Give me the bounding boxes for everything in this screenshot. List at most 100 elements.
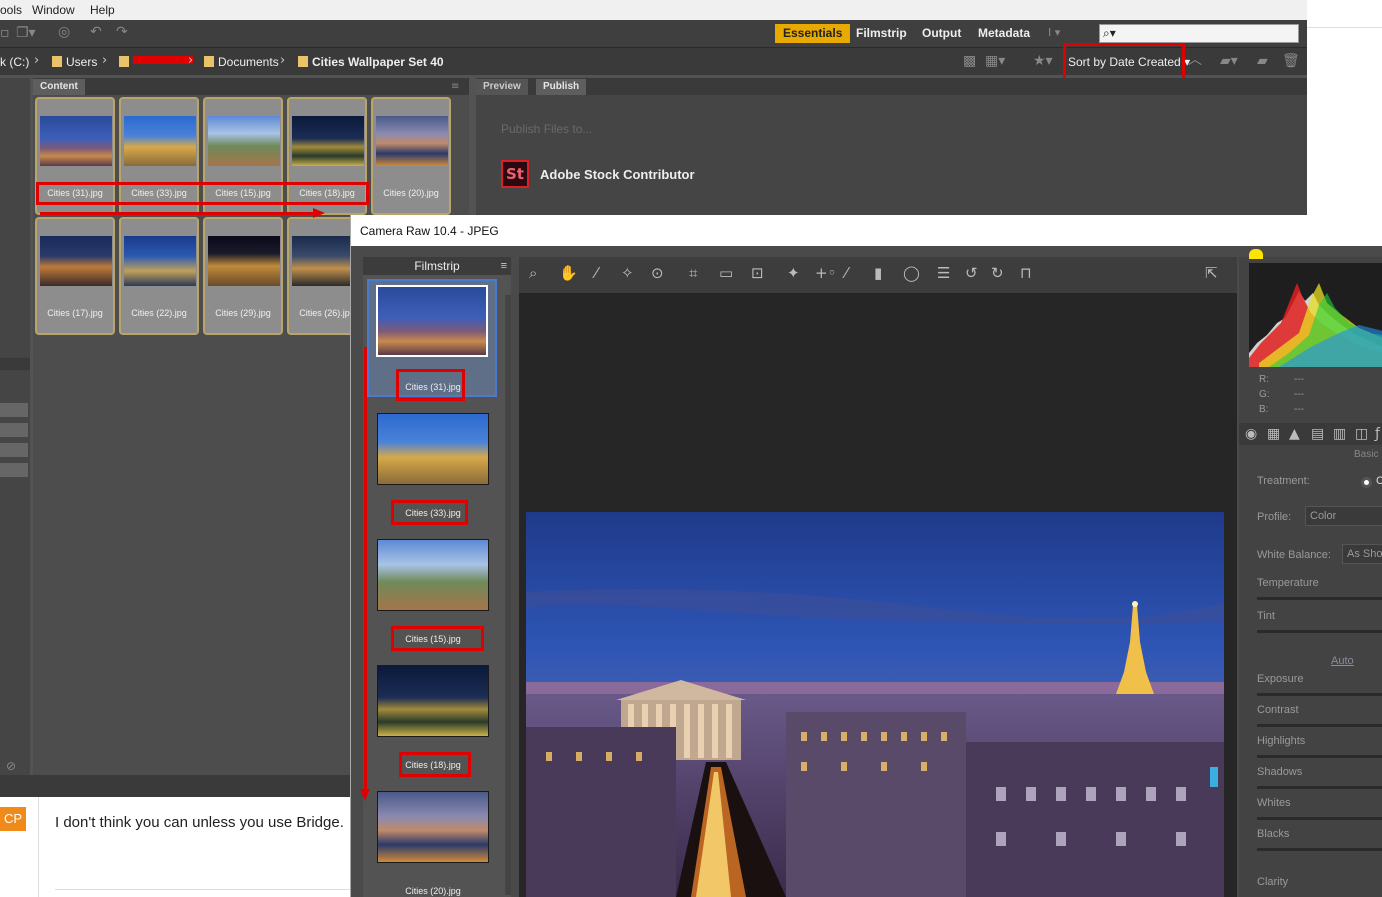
publish-files-to-label: Publish Files to... bbox=[501, 122, 593, 136]
thumbnail-label: Cities (22).jpg bbox=[131, 308, 187, 318]
shadows-slider[interactable] bbox=[1257, 786, 1382, 789]
thumbnail-cities-20[interactable]: Cities (20).jpg bbox=[371, 97, 451, 215]
breadcrumb-drive[interactable]: k (C:) bbox=[0, 55, 29, 69]
white-balance-icon[interactable]: ⁄ bbox=[595, 266, 598, 281]
filmstrip-image[interactable] bbox=[377, 791, 489, 863]
rotate-ccw-icon[interactable]: ↺ bbox=[965, 266, 978, 281]
menu-tools[interactable]: ools bbox=[0, 3, 22, 17]
tint-slider[interactable] bbox=[1257, 630, 1382, 633]
preferences-icon[interactable]: ☰ bbox=[937, 266, 950, 281]
auto-link[interactable]: Auto bbox=[1331, 655, 1354, 667]
temperature-slider[interactable] bbox=[1257, 597, 1382, 600]
new-folder-icon[interactable]: ▰ bbox=[1257, 54, 1268, 68]
panel-item[interactable] bbox=[0, 463, 28, 477]
workspace-output[interactable]: Output bbox=[914, 24, 969, 43]
thumbnail-cities-17[interactable]: Cities (17).jpg bbox=[35, 217, 115, 335]
rgb-b-label: B: bbox=[1259, 404, 1269, 415]
window-title: Camera Raw 10.4 - JPEG bbox=[360, 224, 499, 238]
favorites-panel: ⊘ bbox=[0, 78, 30, 778]
tone-curve-tab-icon[interactable]: ▦ bbox=[1267, 427, 1280, 441]
zoom-icon[interactable]: ⌕ bbox=[529, 266, 537, 281]
fullscreen-icon[interactable]: ⇱ bbox=[1205, 266, 1218, 281]
basic-tab-icon[interactable]: ◉ bbox=[1245, 427, 1257, 441]
hsl-tab-icon[interactable]: ▤ bbox=[1311, 427, 1324, 441]
adobe-stock-contributor-link[interactable]: Adobe Stock Contributor bbox=[540, 167, 695, 182]
camera-raw-window: Camera Raw 10.4 - JPEG Filmstrip ≡ Citie… bbox=[350, 215, 1382, 897]
comment-separator bbox=[55, 889, 352, 890]
thumbnail-image bbox=[292, 116, 364, 166]
workspace-metadata[interactable]: Metadata bbox=[970, 24, 1038, 43]
search-input[interactable]: ⌕▾ bbox=[1099, 24, 1299, 43]
white-balance-dropdown[interactable]: As Shot bbox=[1342, 544, 1382, 564]
straighten-icon[interactable]: ▭ bbox=[719, 266, 733, 281]
color-sampler-icon[interactable]: ✧ bbox=[621, 266, 634, 281]
menu-bar: ools Window Help bbox=[0, 0, 1307, 20]
contrast-slider[interactable] bbox=[1257, 724, 1382, 727]
workspace-filmstrip[interactable]: Filmstrip bbox=[848, 24, 915, 43]
workspace-essentials[interactable]: Essentials bbox=[775, 24, 851, 43]
panel-menu-icon[interactable]: ≡ bbox=[451, 80, 459, 94]
detail-tab-icon[interactable]: ▲ bbox=[1289, 427, 1300, 441]
crop-icon[interactable]: ⌗ bbox=[689, 266, 697, 281]
breadcrumb-users[interactable]: Users bbox=[52, 55, 97, 69]
rotate-left-icon[interactable]: ↶ bbox=[90, 25, 102, 39]
tab-publish[interactable]: Publish bbox=[536, 79, 587, 95]
split-toning-tab-icon[interactable]: ▥ bbox=[1333, 427, 1346, 441]
tab-preview[interactable]: Preview bbox=[476, 79, 528, 95]
treatment-color-radio[interactable] bbox=[1361, 477, 1372, 488]
lens-tab-icon[interactable]: ◫ bbox=[1355, 427, 1368, 441]
workspace-more-icon[interactable]: I ▾ bbox=[1048, 26, 1060, 40]
thumbnail-image bbox=[376, 116, 448, 166]
menu-window[interactable]: Window bbox=[32, 3, 75, 17]
filmstrip-image[interactable] bbox=[377, 413, 489, 485]
thumbnail-quality-icon[interactable]: ▩ bbox=[963, 54, 976, 68]
targeted-adjustment-icon[interactable]: ⊙ bbox=[651, 266, 664, 281]
effects-tab-icon[interactable]: ƒ bbox=[1375, 427, 1380, 441]
copy-icon[interactable]: ❐▾ bbox=[16, 26, 36, 40]
hand-icon[interactable]: ✋ bbox=[559, 266, 578, 281]
blacks-slider[interactable] bbox=[1257, 848, 1382, 851]
clipping-warning-icon[interactable] bbox=[1249, 249, 1263, 259]
profile-dropdown[interactable]: Color bbox=[1305, 506, 1382, 526]
view-options-icon[interactable]: ▦▾ bbox=[985, 54, 1005, 68]
tab-content[interactable]: Content bbox=[33, 79, 85, 95]
breadcrumb-documents[interactable]: Documents bbox=[204, 55, 279, 69]
preview-panel-header: Preview Publish bbox=[476, 78, 1307, 95]
thumbnail-cities-22[interactable]: Cities (22).jpg bbox=[119, 217, 199, 335]
thumbnail-cities-29[interactable]: Cities (29).jpg bbox=[203, 217, 283, 335]
thumbnail-image bbox=[40, 236, 112, 286]
filmstrip-menu-icon[interactable]: ≡ bbox=[501, 257, 507, 275]
breadcrumb-username[interactable] bbox=[119, 55, 193, 69]
adjustment-brush-icon[interactable]: ⁄ bbox=[845, 266, 848, 281]
rotate-right-icon[interactable]: ↷ bbox=[116, 25, 128, 39]
rgb-r-label: R: bbox=[1259, 374, 1269, 385]
trash-icon[interactable]: ⊓ bbox=[1020, 266, 1032, 281]
sort-ascending-icon[interactable]: ︿ bbox=[1188, 53, 1202, 67]
whites-slider[interactable] bbox=[1257, 817, 1382, 820]
breadcrumb-current-folder[interactable]: Cities Wallpaper Set 40 bbox=[298, 55, 444, 69]
radial-filter-icon[interactable]: ◯ bbox=[903, 266, 920, 281]
panel-item[interactable] bbox=[0, 443, 28, 457]
filmstrip-scrollbar[interactable] bbox=[505, 295, 511, 895]
filmstrip-image[interactable] bbox=[376, 285, 488, 357]
spot-removal-icon[interactable]: ✦ bbox=[787, 266, 800, 281]
open-recent-icon[interactable]: ▰▾ bbox=[1220, 54, 1238, 68]
graduated-filter-icon[interactable]: ▮ bbox=[874, 266, 882, 281]
menu-help[interactable]: Help bbox=[90, 3, 115, 17]
rgb-g-label: G: bbox=[1259, 389, 1270, 400]
panel-item[interactable] bbox=[0, 403, 28, 417]
rotate-cw-icon[interactable]: ↻ bbox=[991, 266, 1004, 281]
red-eye-icon[interactable]: +◦ bbox=[815, 266, 836, 281]
exposure-slider[interactable] bbox=[1257, 693, 1382, 696]
no-filter-icon[interactable]: ⊘ bbox=[6, 759, 16, 773]
transform-icon[interactable]: ⊡ bbox=[751, 266, 764, 281]
filmstrip-image[interactable] bbox=[377, 665, 489, 737]
panel-item[interactable] bbox=[0, 423, 28, 437]
star-filter-icon[interactable]: ★▾ bbox=[1033, 54, 1053, 68]
highlights-slider[interactable] bbox=[1257, 755, 1382, 758]
refine-icon[interactable]: ◎ bbox=[58, 25, 70, 39]
filmstrip-image[interactable] bbox=[377, 539, 489, 611]
trash-icon[interactable]: 🗑 bbox=[1282, 54, 1300, 68]
camera-icon[interactable]: ▫ bbox=[0, 26, 10, 40]
content-panel-header: Content ≡ bbox=[33, 78, 469, 95]
